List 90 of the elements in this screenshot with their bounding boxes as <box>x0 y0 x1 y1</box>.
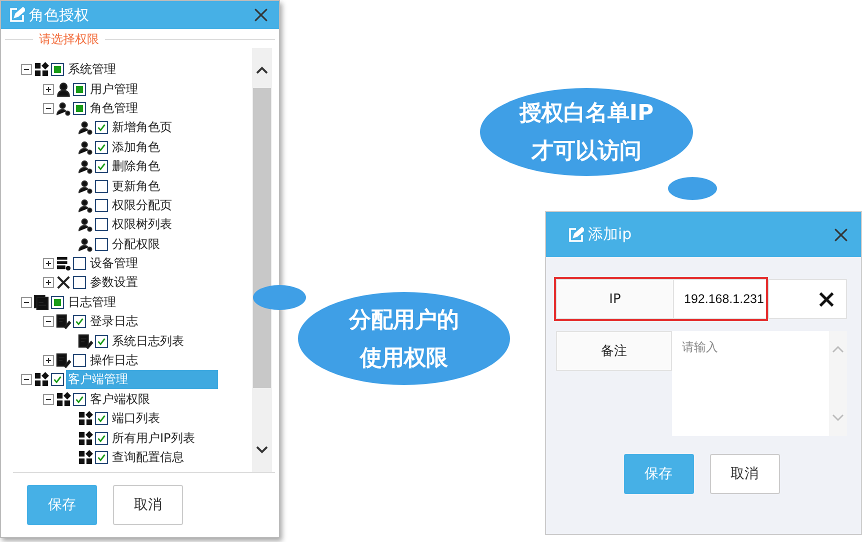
checkbox[interactable] <box>73 276 86 290</box>
tree-item[interactable]: 新增角色页 <box>110 118 174 138</box>
checkbox[interactable] <box>95 121 108 134</box>
chevron-up-icon[interactable] <box>256 66 268 74</box>
server-icon <box>56 256 71 272</box>
expand-toggle[interactable] <box>43 355 54 366</box>
grid-icon <box>78 411 93 426</box>
grid-icon <box>56 392 71 407</box>
checkbox[interactable] <box>95 140 108 154</box>
collapse-toggle[interactable] <box>21 64 32 76</box>
checkbox[interactable] <box>51 373 64 386</box>
checkbox[interactable] <box>95 334 108 348</box>
checkbox[interactable] <box>73 315 86 328</box>
expand-toggle[interactable] <box>43 84 54 95</box>
edit-icon <box>9 7 25 23</box>
checkbox[interactable] <box>95 451 108 464</box>
edit-document-icon <box>56 353 71 368</box>
user-icon <box>56 82 71 97</box>
tree-item[interactable]: 日志管理 <box>66 292 118 312</box>
user-icon <box>78 217 93 232</box>
expand-toggle[interactable] <box>43 277 54 288</box>
chevron-down-icon[interactable] <box>256 446 268 454</box>
edit-document-icon <box>56 314 71 330</box>
checkbox[interactable] <box>95 160 108 174</box>
bubble-tail <box>668 177 717 200</box>
collapse-toggle[interactable] <box>43 102 54 114</box>
user-icon <box>78 120 93 136</box>
tree-item[interactable]: 添加角色 <box>110 138 162 157</box>
window-title: 添加ip <box>588 225 633 244</box>
window-title: 角色授权 <box>29 6 90 24</box>
collapse-toggle[interactable] <box>43 394 54 405</box>
tree-item[interactable]: 权限树列表 <box>110 215 174 234</box>
collapse-toggle[interactable] <box>21 296 32 308</box>
field-label: 备注 <box>556 331 672 371</box>
remark-field[interactable]: 请输入 <box>672 331 829 436</box>
tree-item[interactable]: 操作日志 <box>88 351 140 370</box>
callout-text: 分配用户的 <box>349 306 459 334</box>
user-icon <box>78 178 93 194</box>
callout-text: 授权白名单IP <box>519 100 654 128</box>
tree-item[interactable]: 查询配置信息 <box>110 448 186 467</box>
expand-toggle[interactable] <box>43 258 54 270</box>
checkbox[interactable] <box>95 218 108 232</box>
edit-document-icon <box>78 334 93 349</box>
checkbox[interactable] <box>95 432 108 445</box>
tree-item[interactable]: 角色管理 <box>88 98 140 118</box>
tree-item[interactable]: 设备管理 <box>88 254 140 274</box>
checkbox[interactable] <box>73 392 86 406</box>
cancel-button[interactable]: 取消 <box>710 454 780 494</box>
tree-item[interactable]: 参数设置 <box>88 273 140 292</box>
bubble-tail <box>253 285 306 310</box>
tree-item[interactable]: 所有用户IP列表 <box>110 428 197 448</box>
tree-item[interactable]: 更新角色 <box>110 176 162 196</box>
callout-text: 才可以访问 <box>532 138 642 166</box>
collapse-toggle[interactable] <box>43 316 54 328</box>
tree-item[interactable]: 客户端权限 <box>88 390 152 409</box>
tree-item[interactable]: 系统日志列表 <box>110 332 186 351</box>
checkbox[interactable] <box>73 102 86 115</box>
tree-item[interactable]: 删除角色 <box>110 157 162 176</box>
tree-item[interactable]: 登录日志 <box>88 312 140 332</box>
checkbox[interactable] <box>73 354 86 368</box>
checkbox[interactable] <box>95 198 108 212</box>
document-icon <box>34 294 49 310</box>
user-icon <box>78 159 93 174</box>
scrollbar[interactable] <box>252 48 272 472</box>
user-icon <box>56 100 71 116</box>
edit-icon <box>568 226 584 242</box>
checkbox[interactable] <box>51 296 64 309</box>
grid-icon <box>78 450 93 465</box>
checkbox[interactable] <box>73 82 86 96</box>
section-legend: 请选择权限 <box>33 31 105 48</box>
cancel-button[interactable]: 取消 <box>113 485 183 525</box>
collapse-toggle[interactable] <box>21 374 32 386</box>
checkbox[interactable] <box>51 63 64 76</box>
user-icon <box>78 236 93 252</box>
tree-item[interactable]: 权限分配页 <box>110 196 174 215</box>
grid-icon <box>34 62 49 78</box>
callout-text: 使用权限 <box>360 344 448 372</box>
tree-item[interactable]: 端口列表 <box>110 409 162 428</box>
tools-icon <box>56 275 71 290</box>
user-icon <box>78 140 93 155</box>
tree-item[interactable]: 分配权限 <box>110 234 162 254</box>
checkbox[interactable] <box>73 257 86 270</box>
checkbox[interactable] <box>95 238 108 251</box>
checkbox[interactable] <box>95 180 108 193</box>
grid-icon <box>78 430 93 446</box>
tree-item[interactable]: 系统管理 <box>66 60 118 80</box>
grid-icon <box>34 372 49 388</box>
user-icon <box>78 198 93 213</box>
checkbox[interactable] <box>95 412 108 426</box>
tree-item[interactable]: 用户管理 <box>88 80 140 99</box>
